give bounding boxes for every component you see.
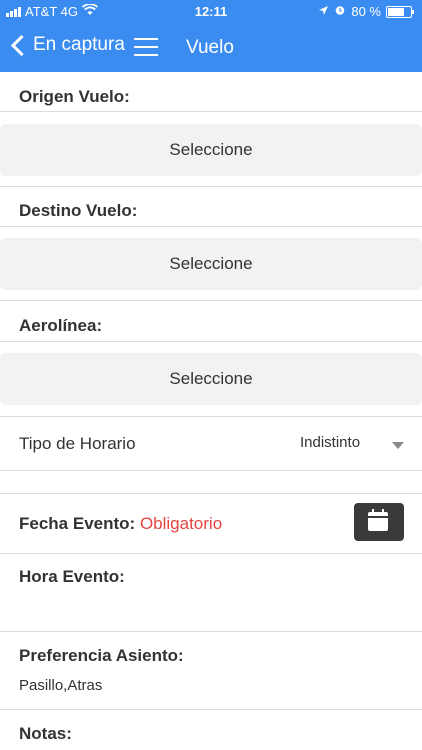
divider	[0, 470, 422, 471]
tipo-horario-value[interactable]: Indistinto	[300, 434, 360, 451]
divider	[0, 493, 422, 494]
battery-percent: 80 %	[351, 4, 381, 19]
fecha-required-text: Obligatorio	[139, 514, 223, 533]
calendar-icon	[368, 512, 388, 531]
destino-select[interactable]: Seleccione	[0, 238, 422, 290]
divider	[0, 709, 422, 710]
preferencia-label: Preferencia Asiento:	[19, 646, 184, 665]
tipo-horario-row[interactable]: Tipo de Horario Indistinto	[0, 417, 422, 471]
divider	[0, 553, 422, 554]
fecha-label: Fecha Evento: Obligatorio	[19, 514, 222, 534]
dropdown-caret-icon[interactable]	[392, 442, 404, 449]
divider	[0, 341, 422, 342]
nav-bar: En captura Vuelo	[0, 24, 422, 72]
divider	[0, 186, 422, 187]
destino-label: Destino Vuelo:	[19, 201, 138, 220]
notas-label: Notas:	[19, 724, 72, 743]
battery-icon	[386, 5, 414, 18]
divider	[0, 111, 422, 112]
calendar-ring	[372, 509, 374, 514]
origen-select[interactable]: Seleccione	[0, 124, 422, 176]
divider	[0, 631, 422, 632]
location-icon	[318, 4, 329, 19]
status-right: 80 %	[318, 4, 414, 19]
divider	[0, 300, 422, 301]
hora-label: Hora Evento:	[19, 567, 125, 586]
tipo-horario-label: Tipo de Horario	[19, 434, 136, 453]
aerolinea-select[interactable]: Seleccione	[0, 353, 422, 405]
calendar-ring	[382, 509, 384, 514]
divider	[0, 226, 422, 227]
aerolinea-label: Aerolínea:	[19, 316, 103, 335]
fecha-label-text: Fecha Evento:	[19, 514, 136, 533]
back-button[interactable]: En captura	[8, 34, 125, 56]
calendar-button[interactable]	[354, 503, 404, 541]
preferencia-value[interactable]: Pasillo,Atras	[19, 677, 102, 694]
back-label: En captura	[33, 34, 125, 55]
hamburger-menu-icon[interactable]	[134, 38, 158, 56]
status-bar: AT&T 4G 12:11 80 %	[0, 0, 422, 24]
origen-label: Origen Vuelo:	[19, 87, 130, 106]
back-chevron-icon	[10, 34, 33, 56]
alarm-icon	[334, 4, 346, 19]
page-title: Vuelo	[186, 37, 234, 58]
